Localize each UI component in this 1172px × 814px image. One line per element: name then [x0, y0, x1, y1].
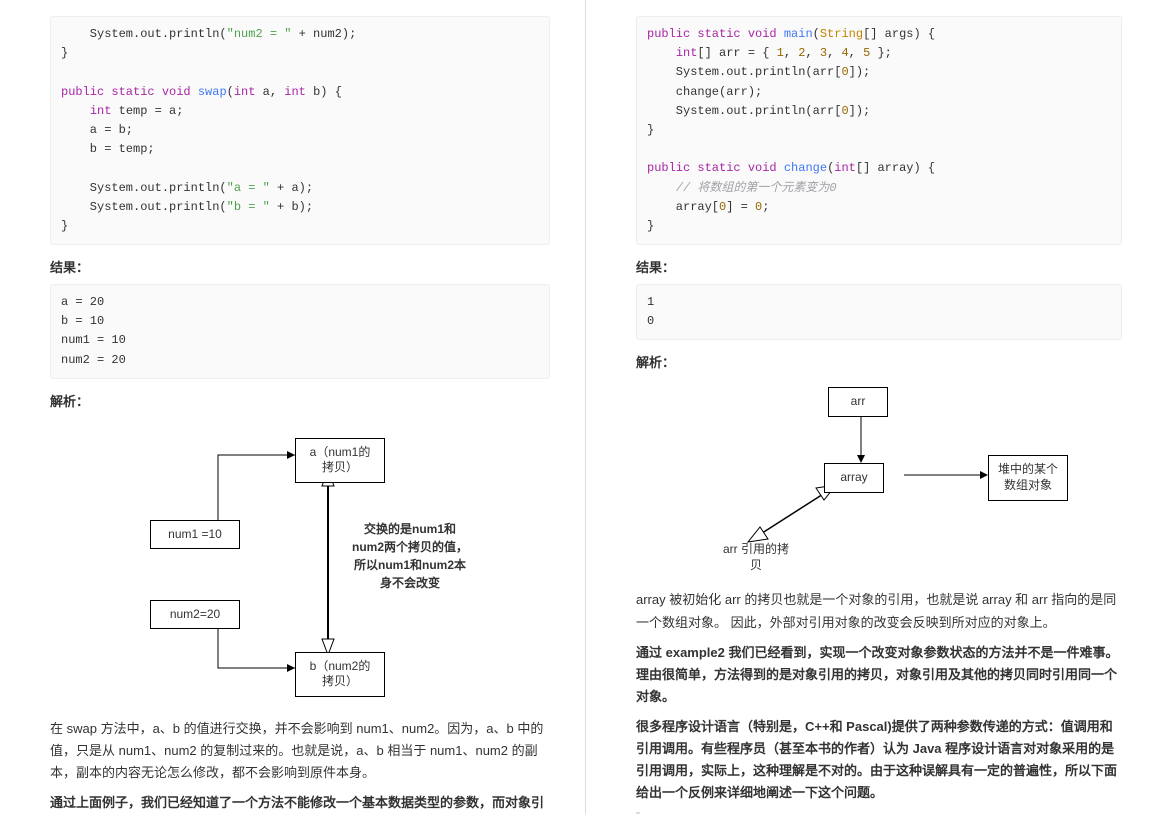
- d1-caption: 交换的是num1和num2两个拷贝的值，所以num1和num2本身不会改变: [350, 520, 470, 592]
- d1-num1: num1 =10: [150, 520, 240, 550]
- left-para2: 通过上面例子，我们已经知道了一个方法不能修改一个基本数据类型的参数，而对象引用作…: [50, 792, 550, 814]
- result-block: a = 20 b = 10 num1 = 10 num2 = 20: [50, 284, 550, 379]
- right-para3: 很多程序设计语言（特别是，C++和 Pascal)提供了两种参数传递的方式：值调…: [636, 716, 1122, 804]
- d2-heap: 堆中的某个数组对象: [988, 455, 1068, 500]
- d1-num2: num2=20: [150, 600, 240, 630]
- d2-arr: arr: [828, 387, 888, 417]
- d1-b: b（num2的拷贝）: [295, 652, 385, 697]
- code-change: public static void main(String[] args) {…: [636, 16, 1122, 245]
- d2-array: array: [824, 463, 884, 493]
- analysis-label-r: 解析：: [636, 352, 1122, 371]
- result-label: 结果：: [50, 257, 550, 276]
- code-swap: System.out.println("num2 = " + num2); } …: [50, 16, 550, 245]
- right-para2: 通过 example2 我们已经看到，实现一个改变对象参数状态的方法并不是一件难…: [636, 642, 1122, 708]
- left-column: System.out.println("num2 = " + num2); } …: [0, 0, 586, 814]
- left-para1: 在 swap 方法中，a、b 的值进行交换，并不会影响到 num1、num2。因…: [50, 718, 550, 784]
- result-label-r: 结果：: [636, 257, 1122, 276]
- diagram-reference: arr array 堆中的某个数组对象 arr 引用的拷贝: [636, 377, 1122, 577]
- two-column-layout: System.out.println("num2 = " + num2); } …: [0, 0, 1172, 814]
- right-para1: array 被初始化 arr 的拷贝也就是一个对象的引用，也就是说 array …: [636, 589, 1122, 633]
- result-block-r: 1 0: [636, 284, 1122, 340]
- right-column: public static void main(String[] args) {…: [586, 0, 1172, 814]
- diagram-value-copy: num1 =10 num2=20 a（num1的拷贝） b（num2的拷贝） 交…: [50, 420, 550, 700]
- d1-a: a（num1的拷贝）: [295, 438, 385, 483]
- analysis-label: 解析：: [50, 391, 550, 410]
- d2-copy: arr 引用的拷贝: [721, 542, 791, 573]
